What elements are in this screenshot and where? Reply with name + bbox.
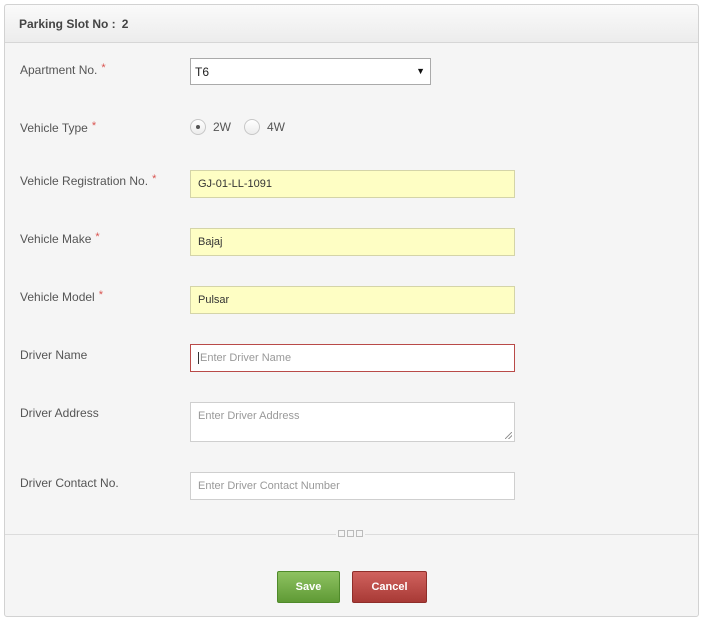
required-marker: * xyxy=(152,173,157,185)
driver-contact-input[interactable]: Enter Driver Contact Number xyxy=(190,472,515,500)
cancel-button[interactable]: Cancel xyxy=(352,571,427,603)
apartment-label: Apartment No. * xyxy=(20,62,106,77)
dot xyxy=(347,530,354,537)
radio-2w[interactable] xyxy=(190,119,206,135)
registration-label: Vehicle Registration No. * xyxy=(20,173,157,188)
model-value: Pulsar xyxy=(198,294,230,306)
vehicle-type-label: Vehicle Type * xyxy=(20,120,97,135)
model-label: Vehicle Model * xyxy=(20,289,103,304)
make-value: Bajaj xyxy=(198,236,223,248)
registration-input[interactable]: GJ-01-LL-1091 xyxy=(190,170,515,198)
driver-name-label: Driver Name xyxy=(20,348,88,362)
registration-label-text: Vehicle Registration No. xyxy=(20,174,149,188)
vehicle-type-radio-group: 2W 4W xyxy=(190,119,298,135)
dots-icon xyxy=(336,530,365,537)
driver-name-placeholder: Enter Driver Name xyxy=(200,351,292,364)
required-marker: * xyxy=(98,289,103,301)
model-input[interactable]: Pulsar xyxy=(190,286,515,314)
registration-value: GJ-01-LL-1091 xyxy=(198,178,272,190)
driver-address-textarea[interactable]: Enter Driver Address xyxy=(190,402,515,442)
radio-2w-label[interactable]: 2W xyxy=(213,120,231,134)
driver-address-placeholder: Enter Driver Address xyxy=(198,410,300,422)
slot-value: 2 xyxy=(121,16,129,31)
required-marker: * xyxy=(101,62,106,74)
required-marker: * xyxy=(95,231,100,243)
make-input[interactable]: Bajaj xyxy=(190,228,515,256)
save-button[interactable]: Save xyxy=(277,571,340,603)
driver-contact-label: Driver Contact No. xyxy=(20,476,119,490)
slot-label: Parking Slot No : xyxy=(19,16,116,31)
panel-header: Parking Slot No : 2 xyxy=(5,5,698,43)
dot xyxy=(356,530,363,537)
required-marker: * xyxy=(91,120,97,132)
apartment-selected-value: T6 xyxy=(195,64,210,79)
vehicle-type-label-text: Vehicle Type xyxy=(20,121,88,135)
apartment-select[interactable]: T6 ▼ xyxy=(190,58,431,85)
radio-4w-label[interactable]: 4W xyxy=(267,120,285,134)
driver-name-input[interactable]: Enter Driver Name xyxy=(190,344,515,372)
driver-address-label: Driver Address xyxy=(20,406,99,420)
make-label: Vehicle Make * xyxy=(20,231,100,246)
driver-contact-placeholder: Enter Driver Contact Number xyxy=(198,480,340,492)
make-label-text: Vehicle Make xyxy=(20,232,92,246)
triangle-down-icon: ▼ xyxy=(416,66,425,76)
resize-grip-icon[interactable] xyxy=(505,432,512,439)
dot xyxy=(338,530,345,537)
model-label-text: Vehicle Model xyxy=(20,290,95,304)
apartment-label-text: Apartment No. xyxy=(20,63,98,77)
parking-form-panel: Parking Slot No : 2 Apartment No. * T6 ▼ … xyxy=(4,4,699,617)
radio-4w[interactable] xyxy=(244,119,260,135)
